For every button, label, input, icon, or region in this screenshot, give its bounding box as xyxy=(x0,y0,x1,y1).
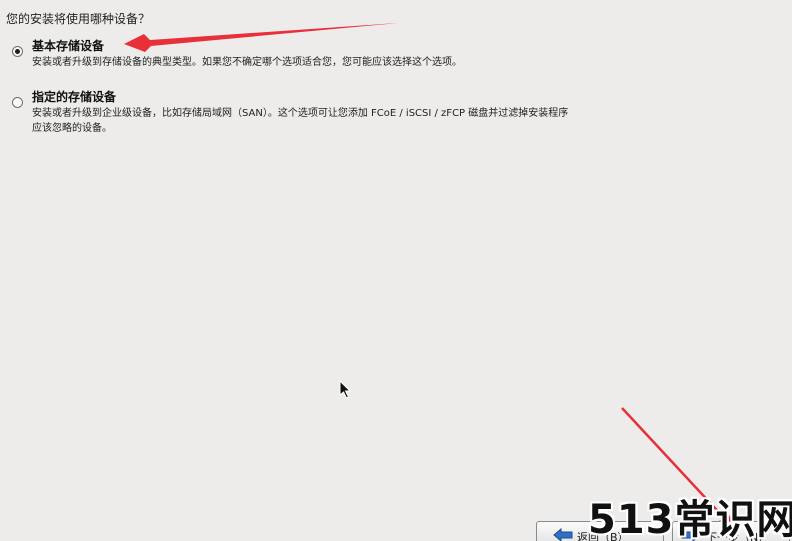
option-description: 安装或者升级到存储设备的典型类型。如果您不确定哪个选项适合您，您可能应该选择这个… xyxy=(32,55,462,70)
radio-basic-storage[interactable] xyxy=(12,46,23,57)
option-description-line: 应该忽略的设备。 xyxy=(32,123,112,134)
storage-device-page: 您的安装将使用哪种设备？ 基本存储设备 安装或者升级到存储设备的典型类型。如果您… xyxy=(0,0,792,541)
option-description-line: 安装或者升级到存储设备的典型类型。如果您不确定哪个选项适合您，您可能应该选择这个… xyxy=(32,57,462,68)
option-description-line: 安装或者升级到企业级设备，比如存储局域网（SAN）。这个选项可让您添加 FCoE… xyxy=(32,108,569,119)
option-title: 指定的存储设备 xyxy=(32,90,117,104)
site-watermark: 513常识网 xyxy=(588,497,792,541)
radio-specified-storage[interactable] xyxy=(12,97,23,108)
option-description: 安装或者升级到企业级设备，比如存储局域网（SAN）。这个选项可让您添加 FCoE… xyxy=(32,106,568,136)
left-arrow-icon xyxy=(553,528,573,541)
radio-selected-dot xyxy=(15,49,20,54)
device-question-heading: 您的安装将使用哪种设备？ xyxy=(6,12,151,26)
annotation-arrow-basic xyxy=(124,23,398,52)
mouse-pointer-icon xyxy=(339,380,352,399)
annotation-arrows xyxy=(124,23,738,532)
option-title: 基本存储设备 xyxy=(32,39,105,53)
